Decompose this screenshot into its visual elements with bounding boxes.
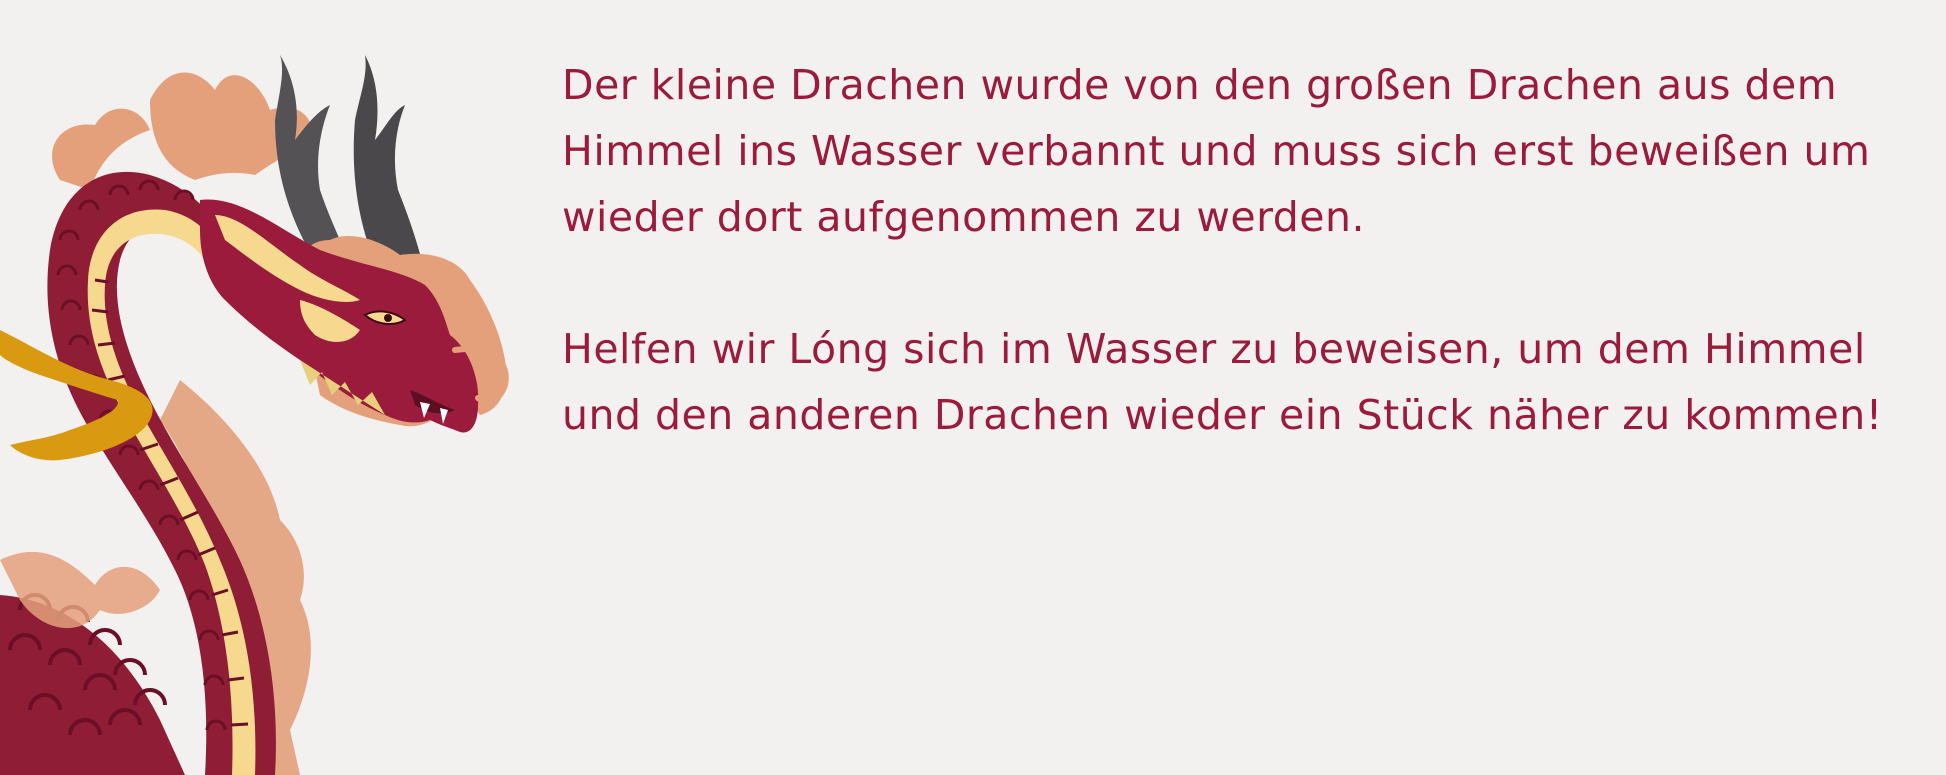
story-paragraph-1: Der kleine Drachen wurde von den großen … [562, 61, 1871, 241]
story-text: Der kleine Drachen wurde von den großen … [562, 52, 1902, 448]
dragon-tail [0, 595, 185, 775]
dragon-illustration [0, 55, 509, 775]
story-paragraph-2: Helfen wir Lóng sich im Wasser zu beweis… [562, 325, 1883, 439]
dragon-pupil [384, 314, 392, 322]
